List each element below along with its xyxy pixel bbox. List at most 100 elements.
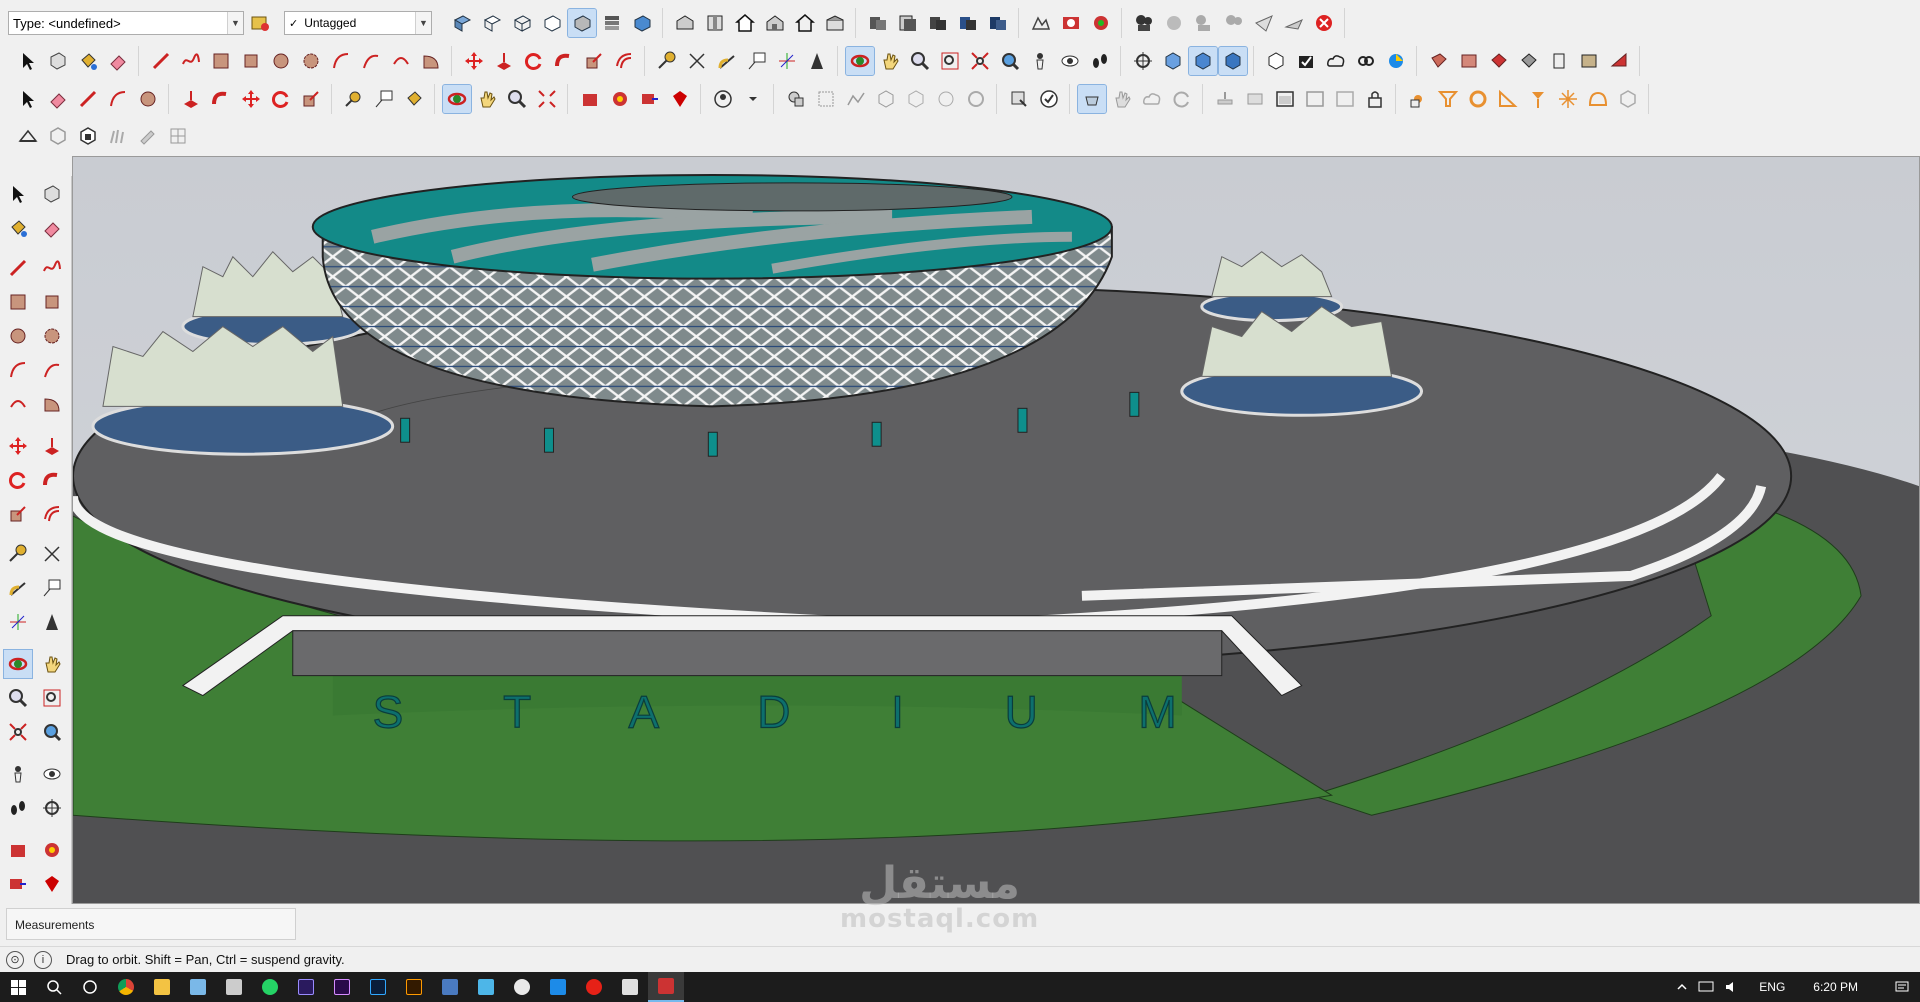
smoove-icon[interactable] — [842, 85, 870, 113]
zoom-extents-icon[interactable] — [4, 718, 32, 746]
polygon-icon[interactable] — [38, 322, 66, 350]
shaded-textures-icon[interactable] — [598, 9, 626, 37]
task-view-icon[interactable] — [72, 972, 108, 1002]
circle-icon[interactable] — [267, 47, 295, 75]
youtube-icon[interactable] — [576, 972, 612, 1002]
layer-up-icon[interactable] — [1211, 85, 1239, 113]
model-viewport[interactable]: S T A D I U M — [72, 156, 1920, 904]
wireframe-icon[interactable] — [508, 9, 536, 37]
notes-icon[interactable] — [468, 972, 504, 1002]
select-icon[interactable] — [14, 47, 42, 75]
cube-fill-icon[interactable] — [1218, 46, 1248, 76]
window-icon[interactable] — [1271, 85, 1299, 113]
language-indicator[interactable]: ENG — [1759, 980, 1785, 994]
scale-icon[interactable] — [580, 47, 608, 75]
scene-icon[interactable] — [1190, 9, 1218, 37]
trim-icon[interactable] — [1545, 47, 1573, 75]
two-point-arc-icon[interactable] — [357, 47, 385, 75]
extension-warehouse-icon[interactable] — [606, 85, 634, 113]
photoshop-icon[interactable] — [360, 972, 396, 1002]
section-fill-icon[interactable] — [894, 9, 922, 37]
subtract-icon[interactable] — [1515, 47, 1543, 75]
arc-dropdown-icon[interactable] — [104, 85, 132, 113]
orbit-2-icon[interactable] — [442, 84, 472, 114]
sketchup-taskbar-icon[interactable] — [648, 972, 684, 1002]
rotate-icon[interactable] — [520, 47, 548, 75]
follow-me-icon[interactable] — [550, 47, 578, 75]
tape-2-icon[interactable] — [340, 85, 368, 113]
text-tool-icon[interactable] — [743, 47, 771, 75]
eraser-icon[interactable] — [38, 214, 66, 242]
entity-info-icon[interactable] — [246, 9, 274, 37]
cube-inset-icon[interactable] — [74, 122, 102, 150]
from-contours-icon[interactable] — [782, 85, 810, 113]
premiere-icon[interactable] — [324, 972, 360, 1002]
from-scratch-icon[interactable] — [812, 85, 840, 113]
polygon-icon[interactable] — [297, 47, 325, 75]
share-model-icon[interactable] — [4, 870, 32, 898]
generate-report-icon[interactable] — [1005, 85, 1033, 113]
brush-icon[interactable] — [134, 122, 162, 150]
cube-outline-icon[interactable] — [44, 122, 72, 150]
eraser-icon[interactable] — [104, 47, 132, 75]
text-2-icon[interactable] — [370, 85, 398, 113]
render-icon[interactable] — [1160, 9, 1188, 37]
window-2-icon[interactable] — [1301, 85, 1329, 113]
split-icon[interactable] — [1575, 47, 1603, 75]
chevron-down-icon[interactable]: ▼ — [415, 12, 431, 34]
rotated-rectangle-icon[interactable] — [237, 47, 265, 75]
photo-match-icon[interactable] — [1057, 9, 1085, 37]
freehand-icon[interactable] — [38, 254, 66, 282]
offset-icon[interactable] — [610, 47, 638, 75]
chrome-icon[interactable] — [108, 972, 144, 1002]
rectangle-icon[interactable] — [207, 47, 235, 75]
clock[interactable]: 6:20 PM — [1813, 980, 1858, 994]
validate-icon[interactable] — [1035, 85, 1063, 113]
axes-icon[interactable] — [773, 47, 801, 75]
section-plane-icon[interactable] — [38, 794, 66, 822]
paint-bucket-icon[interactable] — [74, 47, 102, 75]
right-view-icon[interactable] — [761, 9, 789, 37]
push-pull-2-icon[interactable] — [177, 85, 205, 113]
component-download-icon[interactable] — [1262, 47, 1290, 75]
rotate-2-icon[interactable] — [267, 85, 295, 113]
arc-icon[interactable] — [4, 356, 32, 384]
tag-combo[interactable]: ✓ Untagged ▼ — [284, 11, 432, 35]
ruby-icon[interactable] — [38, 870, 66, 898]
sync-icon[interactable] — [1168, 85, 1196, 113]
zoom-extents-2-icon[interactable] — [533, 85, 561, 113]
three-d-text-icon[interactable] — [803, 47, 831, 75]
orbit-icon[interactable] — [845, 46, 875, 76]
box-outline-icon[interactable] — [1614, 85, 1642, 113]
zoom-icon[interactable] — [906, 47, 934, 75]
windows-start-icon[interactable] — [0, 972, 36, 1002]
hand-icon[interactable] — [1108, 85, 1136, 113]
follow-me-icon[interactable] — [38, 466, 66, 494]
intersect-icon[interactable] — [1455, 47, 1483, 75]
search-icon[interactable] — [36, 972, 72, 1002]
paint-2-icon[interactable] — [400, 85, 428, 113]
warehouse-icon[interactable] — [4, 836, 32, 864]
dome-icon[interactable] — [1584, 85, 1612, 113]
circle-orange-icon[interactable] — [1464, 85, 1492, 113]
monitor-icon[interactable] — [432, 972, 468, 1002]
paint-bucket-icon[interactable] — [4, 214, 32, 242]
drape-icon[interactable] — [902, 85, 930, 113]
window-3-icon[interactable] — [1331, 85, 1359, 113]
link-icon[interactable] — [1352, 47, 1380, 75]
line-icon[interactable] — [4, 254, 32, 282]
chevron-down-icon[interactable]: ▼ — [227, 12, 243, 34]
select-arrow-icon[interactable] — [14, 85, 42, 113]
monochrome-icon[interactable] — [628, 9, 656, 37]
pan-2-icon[interactable] — [473, 85, 501, 113]
previous-view-icon[interactable] — [38, 718, 66, 746]
select-icon[interactable] — [4, 180, 32, 208]
scale-icon[interactable] — [4, 500, 32, 528]
move-icon[interactable] — [4, 432, 32, 460]
triangle-ruler-icon[interactable] — [1494, 85, 1522, 113]
geo-location-icon[interactable]: ⊙ — [6, 950, 24, 969]
send-icon[interactable] — [1250, 9, 1278, 37]
paint-icon[interactable] — [504, 972, 540, 1002]
protractor-icon[interactable] — [713, 47, 741, 75]
orbit-icon[interactable] — [3, 649, 33, 679]
